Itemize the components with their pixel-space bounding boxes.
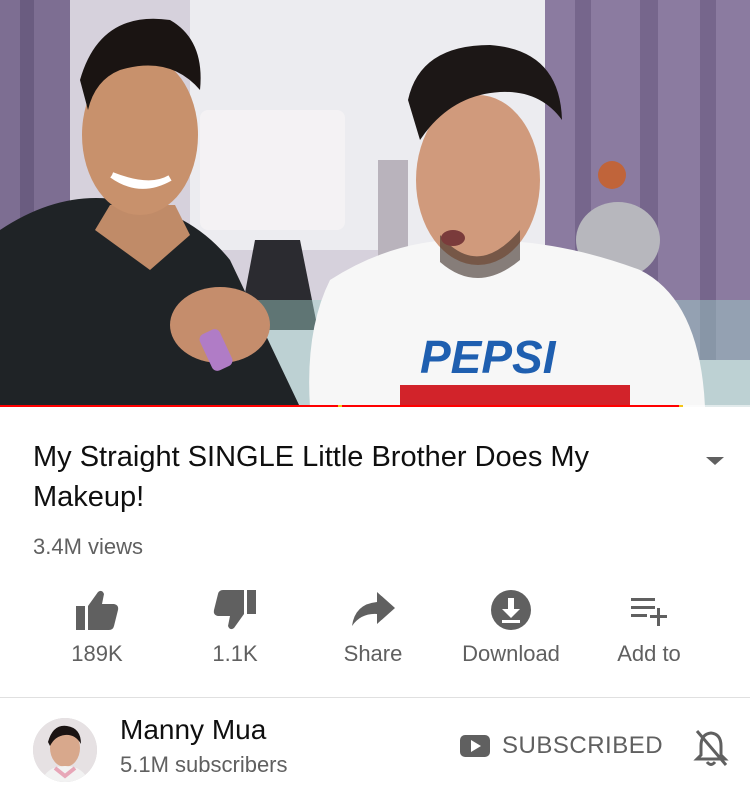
chapter-marker [679, 405, 683, 407]
view-count: 3.4M views [33, 534, 144, 559]
download-button[interactable]: Download [441, 585, 581, 667]
subscribed-label: SUBSCRIBED [502, 732, 664, 759]
chapter-marker [338, 405, 342, 407]
bell-off-icon [693, 730, 729, 766]
video-frame: PEPSI [0, 0, 750, 407]
shirt-logo-text: PEPSI [420, 331, 557, 383]
add-to-playlist-icon [631, 598, 667, 626]
avatar-image [33, 718, 97, 782]
thumbs-down-icon [213, 590, 256, 630]
share-button[interactable]: Share [303, 585, 443, 667]
action-bar: 189K 1.1K Share Download Add to [0, 585, 750, 675]
channel-row: Manny Mua 5.1M subscribers SUBSCRIBED [0, 698, 750, 788]
notification-bell-button[interactable] [692, 728, 730, 773]
like-count: 189K [71, 641, 123, 666]
add-to-label: Add to [617, 641, 681, 666]
dislike-count: 1.1K [212, 641, 258, 666]
dislike-button[interactable]: 1.1K [165, 585, 305, 667]
download-label: Download [462, 641, 560, 666]
video-player[interactable]: PEPSI [0, 0, 750, 407]
download-icon [491, 590, 531, 630]
add-to-playlist-button[interactable]: Add to [579, 585, 719, 667]
thumbs-up-icon [76, 590, 119, 630]
share-label: Share [343, 641, 403, 666]
channel-avatar[interactable] [33, 718, 97, 782]
expand-description-button[interactable] [702, 452, 728, 470]
channel-name[interactable]: Manny Mua [120, 714, 266, 746]
video-title: My Straight SINGLE Little Brother Does M… [33, 441, 590, 513]
subscriber-count: 5.1M subscribers [120, 752, 288, 777]
like-button[interactable]: 189K [27, 585, 167, 667]
chevron-down-icon [706, 457, 724, 465]
youtube-play-icon [460, 735, 490, 757]
video-progress-bar[interactable] [0, 405, 750, 407]
subscribed-button[interactable]: SUBSCRIBED [460, 732, 663, 760]
video-title-block: My Straight SINGLE Little Brother Does M… [33, 437, 673, 517]
share-icon [352, 592, 395, 626]
